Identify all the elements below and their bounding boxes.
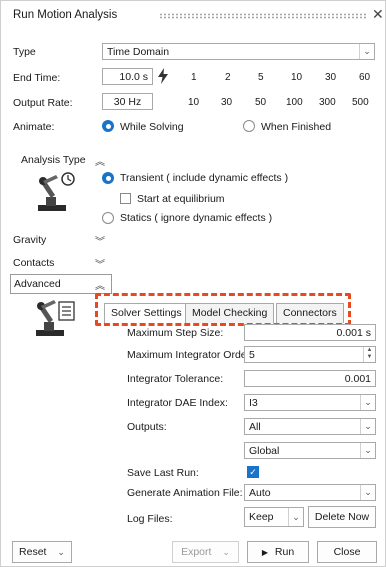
end-time-preset[interactable]: 10 [291,72,302,83]
when-finished-label: When Finished [261,121,332,133]
chevron-down-icon: ⌄ [359,44,374,59]
type-dropdown[interactable]: Time Domain ⌄ [102,43,375,60]
reset-label: Reset [19,546,47,558]
reset-button[interactable]: Reset ⌄ [12,541,72,563]
anim-file-label: Generate Animation File: [127,487,243,499]
chevron-up-icon[interactable]: ︽ [95,153,105,168]
end-time-preset[interactable]: 1 [191,72,197,83]
tolerance-value: 0.001 [344,373,371,385]
while-solving-radio[interactable] [102,120,114,132]
chevron-up-icon[interactable]: ︽ [95,277,105,292]
output-rate-label: Output Rate: [13,97,73,109]
output-rate-preset[interactable]: 50 [255,97,266,108]
outputs-frame-dropdown[interactable]: Global ⌄ [244,442,376,459]
anim-file-value: Auto [249,487,271,499]
transient-radio[interactable] [102,172,114,184]
transient-label: Transient ( include dynamic effects ) [120,172,289,184]
while-solving-label: While Solving [120,121,184,133]
lightning-icon[interactable] [157,68,169,84]
run-motion-analysis-dialog: Run Motion Analysis ✕ Type Time Domain ⌄… [0,0,386,567]
chevron-down-double-icon[interactable]: ︾ [95,256,105,271]
export-button[interactable]: Export ⌄ [172,541,239,563]
max-step-label: Maximum Step Size: [127,327,224,339]
max-step-value: 0.001 s [336,327,371,339]
max-step-input[interactable]: 0.001 s [244,324,376,341]
run-label: Run [274,546,295,558]
outputs-dropdown[interactable]: All ⌄ [244,418,376,435]
log-files-label: Log Files: [127,513,173,525]
output-rate-preset[interactable]: 500 [352,97,369,108]
robot-arm-timer-icon [38,172,75,211]
close-button[interactable]: Close [317,541,377,563]
statics-label: Statics ( ignore dynamic effects ) [120,212,273,224]
highlight-annotation [95,293,351,326]
chevron-down-icon: ⌄ [222,547,230,557]
end-time-preset[interactable]: 30 [325,72,336,83]
output-rate-value: 30 Hz [113,96,142,108]
statics-radio[interactable] [102,212,114,224]
tolerance-label: Integrator Tolerance: [127,373,224,385]
end-time-preset[interactable]: 60 [359,72,370,83]
chevron-down-icon: ⌄ [288,508,303,526]
end-time-preset[interactable]: 2 [225,72,231,83]
outputs-label: Outputs: [127,421,167,433]
log-files-dropdown[interactable]: Keep ⌄ [244,507,304,527]
chevron-down-double-icon[interactable]: ︾ [95,233,105,248]
chevron-down-icon: ⌄ [360,395,375,410]
output-rate-preset[interactable]: 100 [286,97,303,108]
max-order-value: 5 [249,349,255,361]
output-rate-preset[interactable]: 30 [221,97,232,108]
close-icon[interactable]: ✕ [372,6,384,23]
dae-index-dropdown[interactable]: I3 ⌄ [244,394,376,411]
chevron-down-icon: ⌄ [360,443,375,458]
outputs-frame-value: Global [249,445,280,457]
animate-label: Animate: [13,121,55,133]
chevron-down-icon: ⌄ [360,485,375,500]
gravity-header[interactable]: Gravity [13,234,46,246]
output-rate-preset[interactable]: 10 [188,97,199,108]
dae-index-label: Integrator DAE Index: [127,397,228,409]
chevron-down-icon: ⌄ [57,547,65,557]
contacts-header[interactable]: Contacts [13,257,54,269]
chevron-down-icon: ⌄ [360,419,375,434]
type-value: Time Domain [107,46,170,58]
analysis-type-header[interactable]: Analysis Type [21,154,86,166]
advanced-header[interactable]: Advanced [14,278,61,290]
output-rate-input[interactable]: 30 Hz [102,93,153,110]
tolerance-input[interactable]: 0.001 [244,370,376,387]
anim-file-dropdown[interactable]: Auto ⌄ [244,484,376,501]
max-order-stepper[interactable]: 5 ▲ ▼ [244,346,376,363]
end-time-preset[interactable]: 5 [258,72,264,83]
save-last-run-label: Save Last Run: [127,467,199,479]
type-label: Type [13,46,36,58]
outputs-value: All [249,421,261,433]
drag-handle[interactable] [159,13,367,19]
max-order-label: Maximum Integrator Order: [127,349,254,361]
dialog-title: Run Motion Analysis [13,9,118,21]
export-label: Export [181,546,212,558]
end-time-input[interactable]: 10.0 s [102,68,153,85]
start-equilibrium-checkbox[interactable] [120,193,131,204]
start-equilibrium-label: Start at equilibrium [137,193,225,205]
robot-arm-settings-icon [36,300,75,336]
output-rate-preset[interactable]: 300 [319,97,336,108]
log-files-value: Keep [249,511,274,523]
dae-index-value: I3 [249,397,258,409]
stepper-arrows-icon[interactable]: ▲ ▼ [363,347,375,362]
run-play-icon: ▶ [261,548,268,557]
delete-now-button[interactable]: Delete Now [308,506,376,528]
end-time-label: End Time: [13,72,61,84]
end-time-value: 10.0 s [119,71,148,83]
run-button[interactable]: ▶ Run [247,541,309,563]
save-last-run-checkbox[interactable]: ✓ [247,466,259,478]
when-finished-radio[interactable] [243,120,255,132]
